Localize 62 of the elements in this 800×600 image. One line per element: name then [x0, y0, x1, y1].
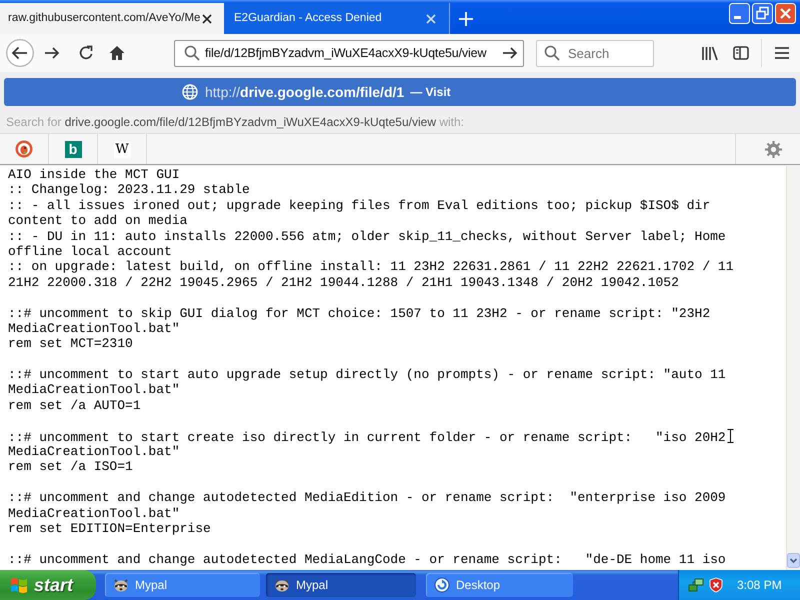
- minimize-icon[interactable]: [729, 3, 750, 24]
- close-icon[interactable]: [202, 14, 212, 24]
- code-line: MediaCreationTool.bat": [8, 320, 180, 336]
- suggestion-url: http://drive.google.com/file/d/1: [205, 82, 404, 102]
- new-tab-icon[interactable]: [459, 12, 473, 26]
- raccoon-face-icon: [274, 577, 290, 593]
- code-line: ::# uncomment to start create iso directly in current folder - or rename script: "iso 20H2: [8, 430, 726, 445]
- flag-icon: [9, 576, 29, 594]
- code-line: ::# uncomment to start auto upgrade setup directly (no prompts) - or rename script: "auto 11: [8, 367, 726, 382]
- code-line: MediaCreationTool.bat": [8, 506, 180, 521]
- reload-icon[interactable]: [78, 45, 94, 61]
- duck-icon[interactable]: [15, 140, 33, 158]
- library-icon[interactable]: [701, 45, 719, 61]
- code-line: :: on upgrade: latest build, on offline install: 11 23H2 22631.2861 / 11 22H2 22621.1702 / 11: [8, 259, 734, 274]
- browser-tab[interactable]: raw.githubusercontent.com/AveYo/Me: [0, 3, 224, 34]
- home-icon[interactable]: [109, 45, 125, 61]
- restore-icon[interactable]: [752, 3, 773, 24]
- browser-tab[interactable]: E2Guardian - Access Denied: [224, 3, 450, 34]
- go-arrow-icon[interactable]: [502, 44, 518, 60]
- menu-icon[interactable]: [774, 45, 790, 61]
- scroll-down-icon[interactable]: [787, 553, 800, 568]
- code-line: ::# uncomment and change autodetected MediaLangCode - or rename script: "de-DE home 11 iso: [8, 552, 726, 567]
- text-cursor-icon: [726, 428, 734, 443]
- code-line: :: Changelog: 2023.11.29 stable: [8, 182, 250, 198]
- code-line: 21H2 22000.318 / 22H2 19045.2965 / 21H2 19044.1288 / 21H1 19043.1348 / 20H2 19042.1052: [8, 274, 679, 290]
- code-line: content to add on media: [8, 213, 188, 228]
- code-line: offline local account: [8, 244, 172, 259]
- code-line: :: - DU in 11: auto installs 22000.556 atm; older skip_11_checks, without Server label; Home: [8, 228, 726, 244]
- scrollbar[interactable]: [786, 166, 800, 570]
- suggestion-row[interactable]: http://drive.google.com/file/d/1 — Visit: [4, 78, 796, 106]
- code-line: ::# uncomment and change autodetected MediaEdition - or rename script: "enterprise iso 2009: [8, 490, 726, 506]
- search-for-text: Search for drive.google.com/file/d/12BfjmBYzadvm_iWuXE4acxX9-kUqte5u/view with:: [5, 114, 464, 131]
- forward-icon[interactable]: [44, 45, 60, 61]
- code-line: AIO inside the MCT GUI: [8, 167, 180, 182]
- raccoon-face-icon: [113, 577, 129, 593]
- code-line: :: - all issues ironed out; upgrade keeping files from Eval editions too; pickup $ISO$ dir: [8, 198, 710, 213]
- globe-icon: [182, 84, 198, 100]
- sidebar-icon[interactable]: [733, 45, 749, 61]
- code-line: ::# uncomment to skip GUI dialog for MCT choice: 1507 to 11 23H2 - or rename script: "23H2: [8, 306, 710, 321]
- clock-text: 3:08 PM: [737, 577, 782, 594]
- taskbar-button[interactable]: Mypal: [105, 573, 260, 597]
- url-field[interactable]: file/d/12BfjmBYzadvm_iWuXE4acxX9-kUqte5u/view: [174, 40, 524, 66]
- code-line: MediaCreationTool.bat": [8, 444, 180, 460]
- search-field[interactable]: Search: [536, 40, 654, 66]
- code-line: rem set MCT=2310: [8, 336, 133, 352]
- taskbar-button[interactable]: Mypal: [266, 573, 416, 597]
- code-line: rem set /a ISO=1: [8, 459, 133, 474]
- code-line: rem set EDITION=Enterprise: [8, 520, 211, 536]
- visit-label: — Visit: [410, 84, 451, 101]
- start-button[interactable]: start: [0, 570, 96, 600]
- shield-icon[interactable]: [708, 577, 724, 593]
- round-app-icon: [434, 577, 450, 593]
- b-tile-icon[interactable]: b: [64, 140, 82, 158]
- search-icon: [184, 44, 200, 60]
- taskbar-button[interactable]: Desktop: [426, 573, 573, 597]
- search-icon: [544, 44, 560, 60]
- settings-icon[interactable]: [765, 140, 782, 158]
- w-letter-icon[interactable]: W: [114, 140, 130, 158]
- network-icon[interactable]: [688, 577, 704, 593]
- back-icon[interactable]: [6, 39, 34, 67]
- code-line: MediaCreationTool.bat": [8, 382, 180, 398]
- code-line: rem set /a AUTO=1: [8, 398, 141, 413]
